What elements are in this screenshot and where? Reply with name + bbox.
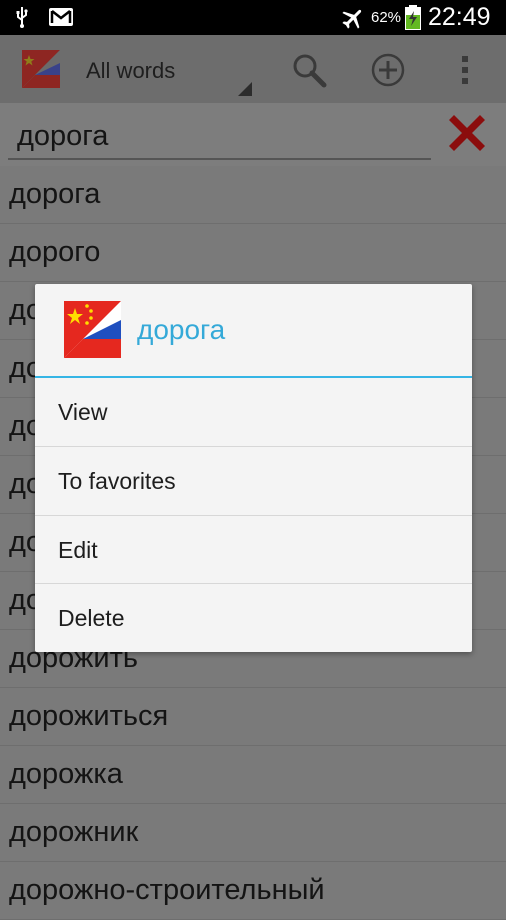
list-item[interactable]: дорожник [0,804,506,862]
list-item[interactable]: дорожиться [0,688,506,746]
spinner-arrow-icon[interactable] [238,82,252,96]
menu-item-edit[interactable]: Edit [35,516,472,584]
context-menu-dialog: дорога View To favorites Edit Delete [35,284,472,652]
list-item[interactable]: дорожно-строительный [0,862,506,920]
menu-item-to-favorites[interactable]: To favorites [35,447,472,515]
search-icon[interactable] [291,52,327,88]
menu-item-delete[interactable]: Delete [35,584,472,652]
app-flag-icon[interactable] [22,50,60,88]
dialog-header: дорога [35,284,472,378]
word-filter-label[interactable]: All words [86,58,175,84]
battery-percent: 62% [371,9,402,26]
search-input[interactable] [8,114,431,160]
dialog-title: дорога [137,314,226,345]
battery-charging-icon [405,5,421,30]
status-bar: 62% 22:49 [0,0,506,35]
list-item[interactable]: дорого [0,224,506,282]
clear-search-icon[interactable] [443,109,491,157]
add-circle-icon[interactable] [370,52,406,88]
list-item[interactable]: дорога [0,166,506,224]
action-bar: All words [0,35,506,103]
usb-icon [16,7,28,28]
menu-item-view[interactable]: View [35,378,472,446]
airplane-mode-icon [342,9,362,29]
search-row [0,103,506,166]
list-item[interactable]: дорожка [0,746,506,804]
clock: 22:49 [428,3,491,31]
gmail-icon [49,8,73,26]
china-russia-flag-icon [64,301,121,358]
overflow-menu-icon[interactable] [457,52,473,88]
